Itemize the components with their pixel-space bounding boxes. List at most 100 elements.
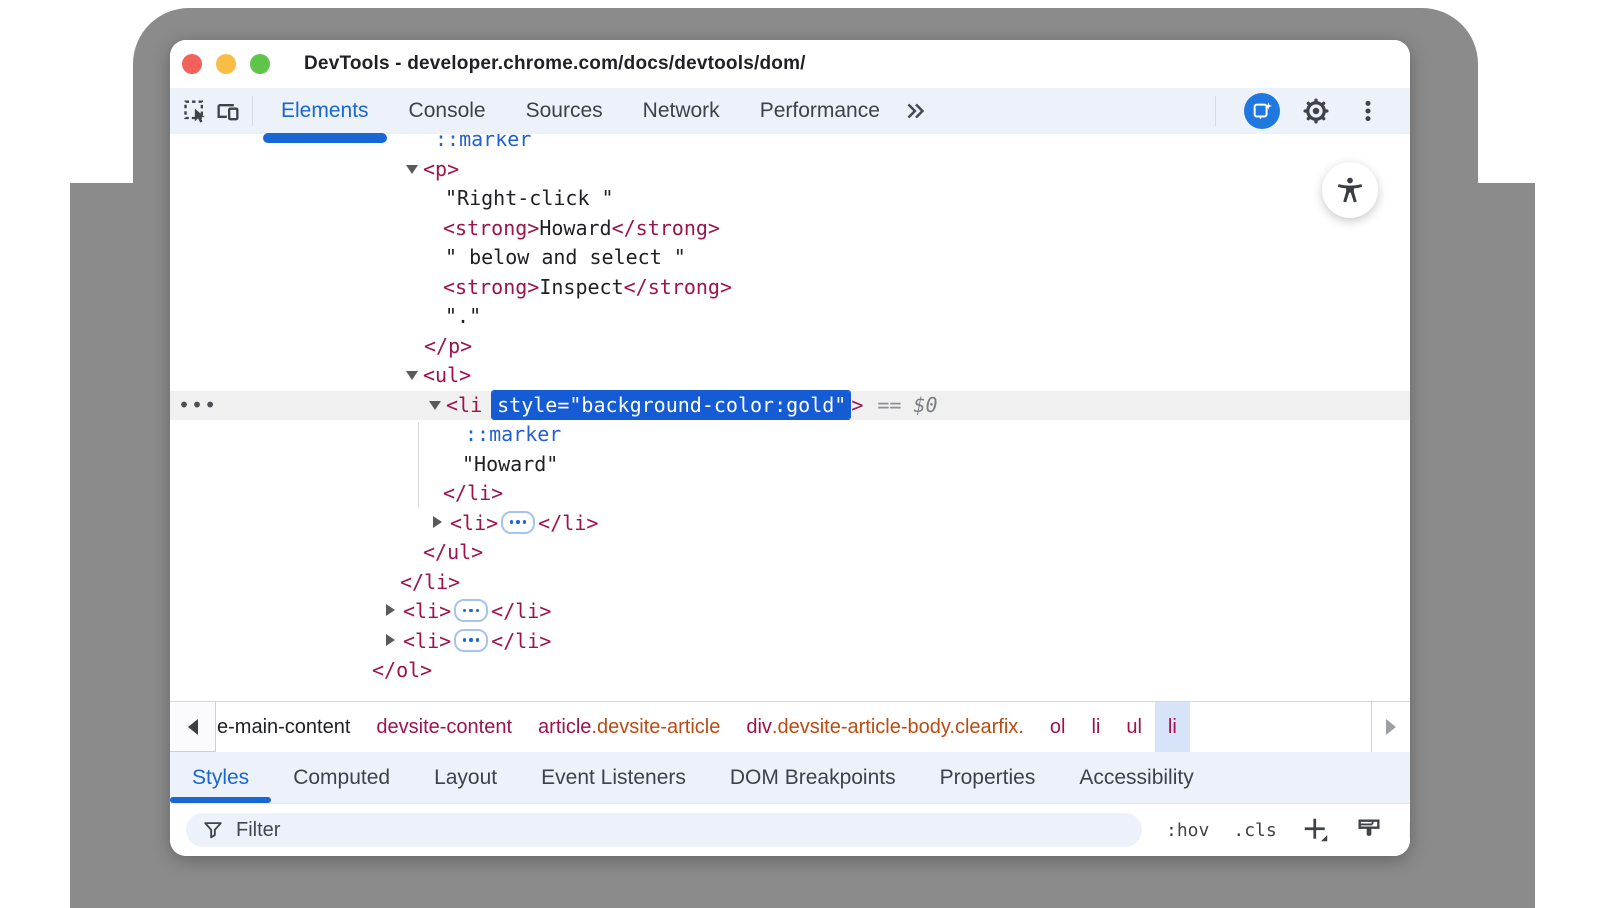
breadcrumb-part: e-main-content: [217, 716, 350, 739]
rendering-brush-icon[interactable]: [1355, 816, 1383, 844]
sidebar-tab-accessibility[interactable]: Accessibility: [1057, 752, 1215, 803]
expand-ellipsis-button[interactable]: [454, 629, 488, 652]
selected-attribute[interactable]: style="background-color:gold": [492, 391, 850, 419]
settings-gear-icon[interactable]: [1300, 95, 1332, 127]
breadcrumb-scroll-left-icon[interactable]: [170, 702, 216, 752]
breadcrumb-part: li: [1091, 716, 1100, 739]
dom-tree: ::marker<p>"Right-click "<strong>Howard<…: [170, 134, 1410, 701]
zoom-button[interactable]: [250, 54, 270, 74]
tab-console[interactable]: Console: [389, 88, 506, 134]
code-token: <li>: [403, 599, 451, 623]
breadcrumb-item[interactable]: li: [1078, 702, 1113, 752]
dom-tree-row[interactable]: <ul>: [170, 361, 1410, 391]
expand-ellipsis-button[interactable]: [501, 511, 535, 534]
expand-ellipsis-button[interactable]: [454, 599, 488, 622]
breadcrumb-item[interactable]: ol: [1037, 702, 1079, 752]
breadcrumb-item[interactable]: ul: [1113, 702, 1155, 752]
filter-input[interactable]: [234, 818, 1078, 843]
code-token: </li>: [491, 599, 551, 623]
element-classes-button[interactable]: .cls: [1233, 820, 1276, 841]
dom-tree-row[interactable]: "Howard": [170, 450, 1410, 480]
device-toolbar-icon[interactable]: [212, 95, 244, 127]
code-token: ==: [877, 393, 901, 417]
toggle-element-state-button[interactable]: :hov: [1166, 820, 1209, 841]
code-token: >: [851, 393, 863, 417]
collapse-arrow-icon[interactable]: [406, 371, 418, 380]
tab-elements[interactable]: Elements: [261, 88, 389, 134]
dom-tree-row[interactable]: <li> </li>: [170, 597, 1410, 627]
toggle-sidebar-icon[interactable]: [1407, 816, 1410, 844]
devtools-window: DevTools - developer.chrome.com/docs/dev…: [170, 40, 1410, 856]
sidebar-tab-computed[interactable]: Computed: [271, 752, 412, 803]
dom-tree-row[interactable]: " below and select ": [170, 243, 1410, 273]
code-token: <ul>: [423, 363, 471, 387]
sidebar-tab-properties[interactable]: Properties: [918, 752, 1058, 803]
ai-assistant-icon[interactable]: [1244, 93, 1280, 129]
accessibility-widget-button[interactable]: [1322, 162, 1378, 218]
minimize-button[interactable]: [216, 54, 236, 74]
titlebar: DevTools - developer.chrome.com/docs/dev…: [170, 40, 1410, 88]
breadcrumb-part: .devsite-article-body.clearfix.: [772, 716, 1024, 739]
breadcrumb-item[interactable]: div.devsite-article-body.clearfix.: [733, 702, 1037, 752]
breadcrumb-item[interactable]: e-main-content: [216, 702, 363, 752]
dom-tree-row[interactable]: <li></li>: [170, 509, 1410, 539]
filter-field[interactable]: [186, 813, 1142, 847]
tab-sources[interactable]: Sources: [506, 88, 623, 134]
collapse-arrow-icon[interactable]: [406, 165, 418, 174]
style-pane-controls: :hov .cls: [1166, 815, 1410, 845]
breadcrumb-part: div: [746, 716, 772, 739]
breadcrumb-item[interactable]: devsite-content: [363, 702, 525, 752]
code-token: ".": [445, 304, 481, 328]
dom-tree-row[interactable]: <li></li>: [170, 627, 1410, 657]
tab-network[interactable]: Network: [623, 88, 740, 134]
dom-tree-row[interactable]: "Right-click ": [170, 184, 1410, 214]
toolbar-divider: [252, 96, 253, 126]
code-token: ::marker: [465, 422, 561, 446]
dom-tree-row[interactable]: </li>: [170, 479, 1410, 509]
inspect-element-icon[interactable]: [180, 95, 212, 127]
collapse-arrow-icon[interactable]: [429, 401, 441, 410]
dom-tree-row[interactable]: •••<listyle="background-color:gold">==$0: [170, 391, 1410, 421]
dom-tree-row[interactable]: </ul>: [170, 538, 1410, 568]
expand-arrow-icon[interactable]: [386, 634, 395, 646]
code-token: </li>: [538, 511, 598, 535]
sidebar-tab-dom-breakpoints[interactable]: DOM Breakpoints: [708, 752, 918, 803]
sidebar-tab-layout[interactable]: Layout: [412, 752, 519, 803]
code-token: "Howard": [462, 452, 558, 476]
dom-tree-row[interactable]: </ol>: [170, 656, 1410, 686]
expand-arrow-icon[interactable]: [433, 516, 442, 528]
panel-tabs: ElementsConsoleSourcesNetworkPerformance: [261, 88, 900, 134]
dom-tree-row[interactable]: ".": [170, 302, 1410, 332]
breadcrumb-part: li: [1168, 716, 1177, 739]
breadcrumb-item[interactable]: article.devsite-article: [525, 702, 733, 752]
code-token: <strong>: [443, 216, 539, 240]
expand-arrow-icon[interactable]: [386, 604, 395, 616]
dom-tree-row[interactable]: ::marker: [170, 420, 1410, 450]
breadcrumb-part: article: [538, 716, 591, 739]
breadcrumb-item[interactable]: li: [1155, 702, 1190, 752]
tab-performance[interactable]: Performance: [740, 88, 900, 134]
breadcrumb-bar: e-main-contentdevsite-contentarticle.dev…: [170, 701, 1410, 752]
code-token: </li>: [491, 629, 551, 653]
sidebar-tab-styles[interactable]: Styles: [170, 752, 271, 803]
code-token: </strong>: [612, 216, 720, 240]
code-token: $0: [913, 393, 937, 417]
more-tabs-icon[interactable]: [900, 95, 932, 127]
kebab-menu-icon[interactable]: [1352, 95, 1384, 127]
dom-tree-row[interactable]: </p>: [170, 332, 1410, 362]
dom-tree-row[interactable]: </li>: [170, 568, 1410, 598]
dom-tree-row[interactable]: <strong>Howard</strong>: [170, 214, 1410, 244]
close-button[interactable]: [182, 54, 202, 74]
code-token: <strong>: [443, 275, 539, 299]
dom-tree-row[interactable]: <strong>Inspect</strong>: [170, 273, 1410, 303]
code-token: </ol>: [372, 658, 432, 682]
dom-tree-row[interactable]: <p>: [170, 155, 1410, 185]
devtools-toolbar: ElementsConsoleSourcesNetworkPerformance: [170, 88, 1410, 134]
breadcrumb-scroll-right-icon[interactable]: [1371, 702, 1410, 752]
sidebar-tab-event-listeners[interactable]: Event Listeners: [519, 752, 708, 803]
new-style-rule-plus-icon[interactable]: [1301, 815, 1331, 845]
breadcrumb-part: devsite-content: [376, 716, 512, 739]
accessibility-person-icon: [1335, 175, 1365, 205]
row-overflow-menu[interactable]: •••: [178, 391, 217, 421]
code-token: ::marker: [435, 134, 531, 151]
